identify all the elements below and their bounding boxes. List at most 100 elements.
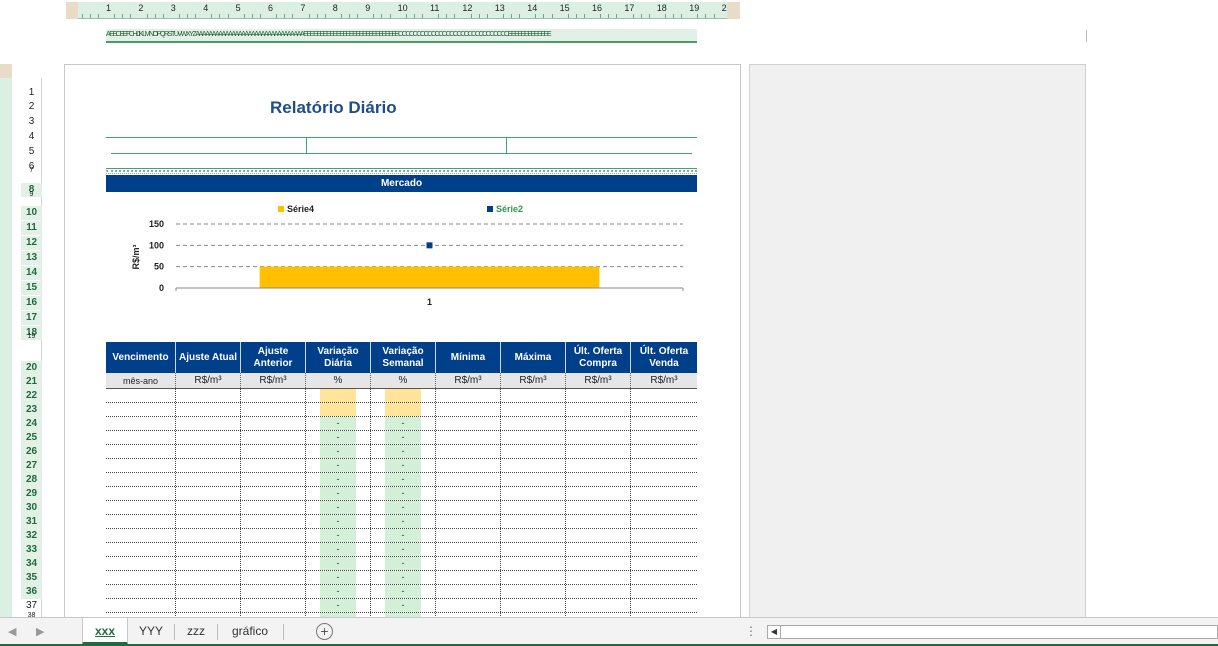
table-cell[interactable]: -	[371, 417, 436, 430]
table-cell[interactable]: -	[371, 585, 436, 598]
unit-cell[interactable]: R$/m³	[566, 373, 631, 388]
row-number[interactable]: 34	[21, 557, 42, 571]
table-cell[interactable]	[436, 403, 501, 416]
table-cell[interactable]	[106, 515, 176, 528]
sheet-tab-zzz[interactable]: zzz	[176, 618, 216, 645]
unit-cell[interactable]: R$/m³	[501, 373, 566, 388]
row-number[interactable]: 2	[21, 100, 42, 114]
row-number[interactable]: 28	[21, 473, 42, 487]
table-cell[interactable]: -	[306, 571, 371, 584]
sheet-tab-xxx[interactable]: xxx	[82, 618, 128, 645]
table-cell[interactable]	[106, 557, 176, 570]
table-cell[interactable]	[106, 585, 176, 598]
table-cell[interactable]	[631, 501, 697, 514]
table-cell[interactable]	[176, 487, 241, 500]
table-cell[interactable]	[176, 557, 241, 570]
table-cell[interactable]: -	[306, 473, 371, 486]
table-cell[interactable]	[501, 431, 566, 444]
table-cell[interactable]	[371, 389, 436, 402]
table-cell[interactable]	[106, 529, 176, 542]
table-cell[interactable]: -	[371, 445, 436, 458]
table-cell[interactable]	[566, 403, 631, 416]
table-cell[interactable]: -	[306, 431, 371, 444]
column-header[interactable]: Máxima	[501, 342, 566, 373]
table-cell[interactable]	[501, 473, 566, 486]
table-cell[interactable]	[436, 487, 501, 500]
column-header[interactable]: Vencimento	[106, 342, 176, 373]
unit-cell[interactable]: %	[371, 373, 436, 388]
table-cell[interactable]	[501, 585, 566, 598]
table-cell[interactable]	[566, 389, 631, 402]
table-cell[interactable]: -	[371, 599, 436, 612]
table-cell[interactable]	[436, 431, 501, 444]
table-cell[interactable]	[436, 459, 501, 472]
table-cell[interactable]	[176, 403, 241, 416]
table-cell[interactable]	[106, 445, 176, 458]
table-cell[interactable]	[241, 529, 306, 542]
table-cell[interactable]	[566, 543, 631, 556]
table-cell[interactable]	[176, 585, 241, 598]
table-cell[interactable]: -	[306, 557, 371, 570]
table-cell[interactable]	[631, 557, 697, 570]
table-cell[interactable]	[106, 417, 176, 430]
row-number[interactable]: 12	[21, 236, 42, 250]
table-cell[interactable]	[306, 389, 371, 402]
table-cell[interactable]	[631, 515, 697, 528]
table-cell[interactable]	[436, 557, 501, 570]
table-cell[interactable]	[176, 459, 241, 472]
table-cell[interactable]	[241, 599, 306, 612]
table-cell[interactable]	[566, 529, 631, 542]
table-cell[interactable]: -	[371, 459, 436, 472]
table-cell[interactable]	[436, 571, 501, 584]
row-number[interactable]: 13	[21, 251, 42, 265]
row-number[interactable]: 35	[21, 571, 42, 585]
table-cell[interactable]	[501, 571, 566, 584]
table-cell[interactable]	[566, 431, 631, 444]
table-cell[interactable]: -	[371, 529, 436, 542]
table-cell[interactable]	[436, 445, 501, 458]
table-cell[interactable]: -	[306, 417, 371, 430]
table-cell[interactable]	[106, 389, 176, 402]
table-cell[interactable]	[106, 501, 176, 514]
prev-sheet-icon[interactable]: ◀	[8, 625, 16, 638]
row-number[interactable]: 19	[21, 333, 42, 340]
table-cell[interactable]: -	[371, 571, 436, 584]
table-cell[interactable]	[436, 585, 501, 598]
table-cell[interactable]	[631, 403, 697, 416]
splitter-handle-icon[interactable]: ⋮	[745, 624, 757, 638]
table-cell[interactable]: -	[371, 487, 436, 500]
table-cell[interactable]	[241, 431, 306, 444]
table-cell[interactable]: -	[371, 515, 436, 528]
table-cell[interactable]: -	[306, 529, 371, 542]
table-cell[interactable]	[631, 529, 697, 542]
table-cell[interactable]	[241, 501, 306, 514]
table-cell[interactable]	[241, 459, 306, 472]
column-header[interactable]: Ajuste Anterior	[241, 342, 306, 373]
bar-serie4[interactable]	[259, 266, 600, 288]
next-sheet-icon[interactable]: ▶	[36, 625, 44, 638]
row-number[interactable]: 5	[21, 145, 42, 159]
row-number[interactable]: 4	[21, 130, 42, 144]
row-number[interactable]: 31	[21, 515, 42, 529]
table-cell[interactable]	[176, 599, 241, 612]
row-number[interactable]: 17	[21, 311, 42, 325]
table-cell[interactable]	[566, 445, 631, 458]
row-number[interactable]: 26	[21, 445, 42, 459]
row-number[interactable]: 9	[21, 191, 42, 198]
table-cell[interactable]	[566, 571, 631, 584]
table-cell[interactable]	[176, 445, 241, 458]
table-cell[interactable]: -	[306, 515, 371, 528]
row-number[interactable]: 16	[21, 296, 42, 310]
table-cell[interactable]	[241, 557, 306, 570]
sheet-tab-grafico[interactable]: gráfico	[220, 618, 280, 645]
row-number[interactable]: 23	[21, 403, 42, 417]
table-cell[interactable]	[631, 599, 697, 612]
table-cell[interactable]	[176, 529, 241, 542]
unit-cell[interactable]: R$/m³	[436, 373, 501, 388]
row-number[interactable]: 10	[21, 206, 42, 220]
row-number[interactable]: 32	[21, 529, 42, 543]
table-cell[interactable]	[631, 459, 697, 472]
table-cell[interactable]: -	[306, 459, 371, 472]
table-cell[interactable]	[501, 501, 566, 514]
unit-cell[interactable]: R$/m³	[241, 373, 306, 388]
